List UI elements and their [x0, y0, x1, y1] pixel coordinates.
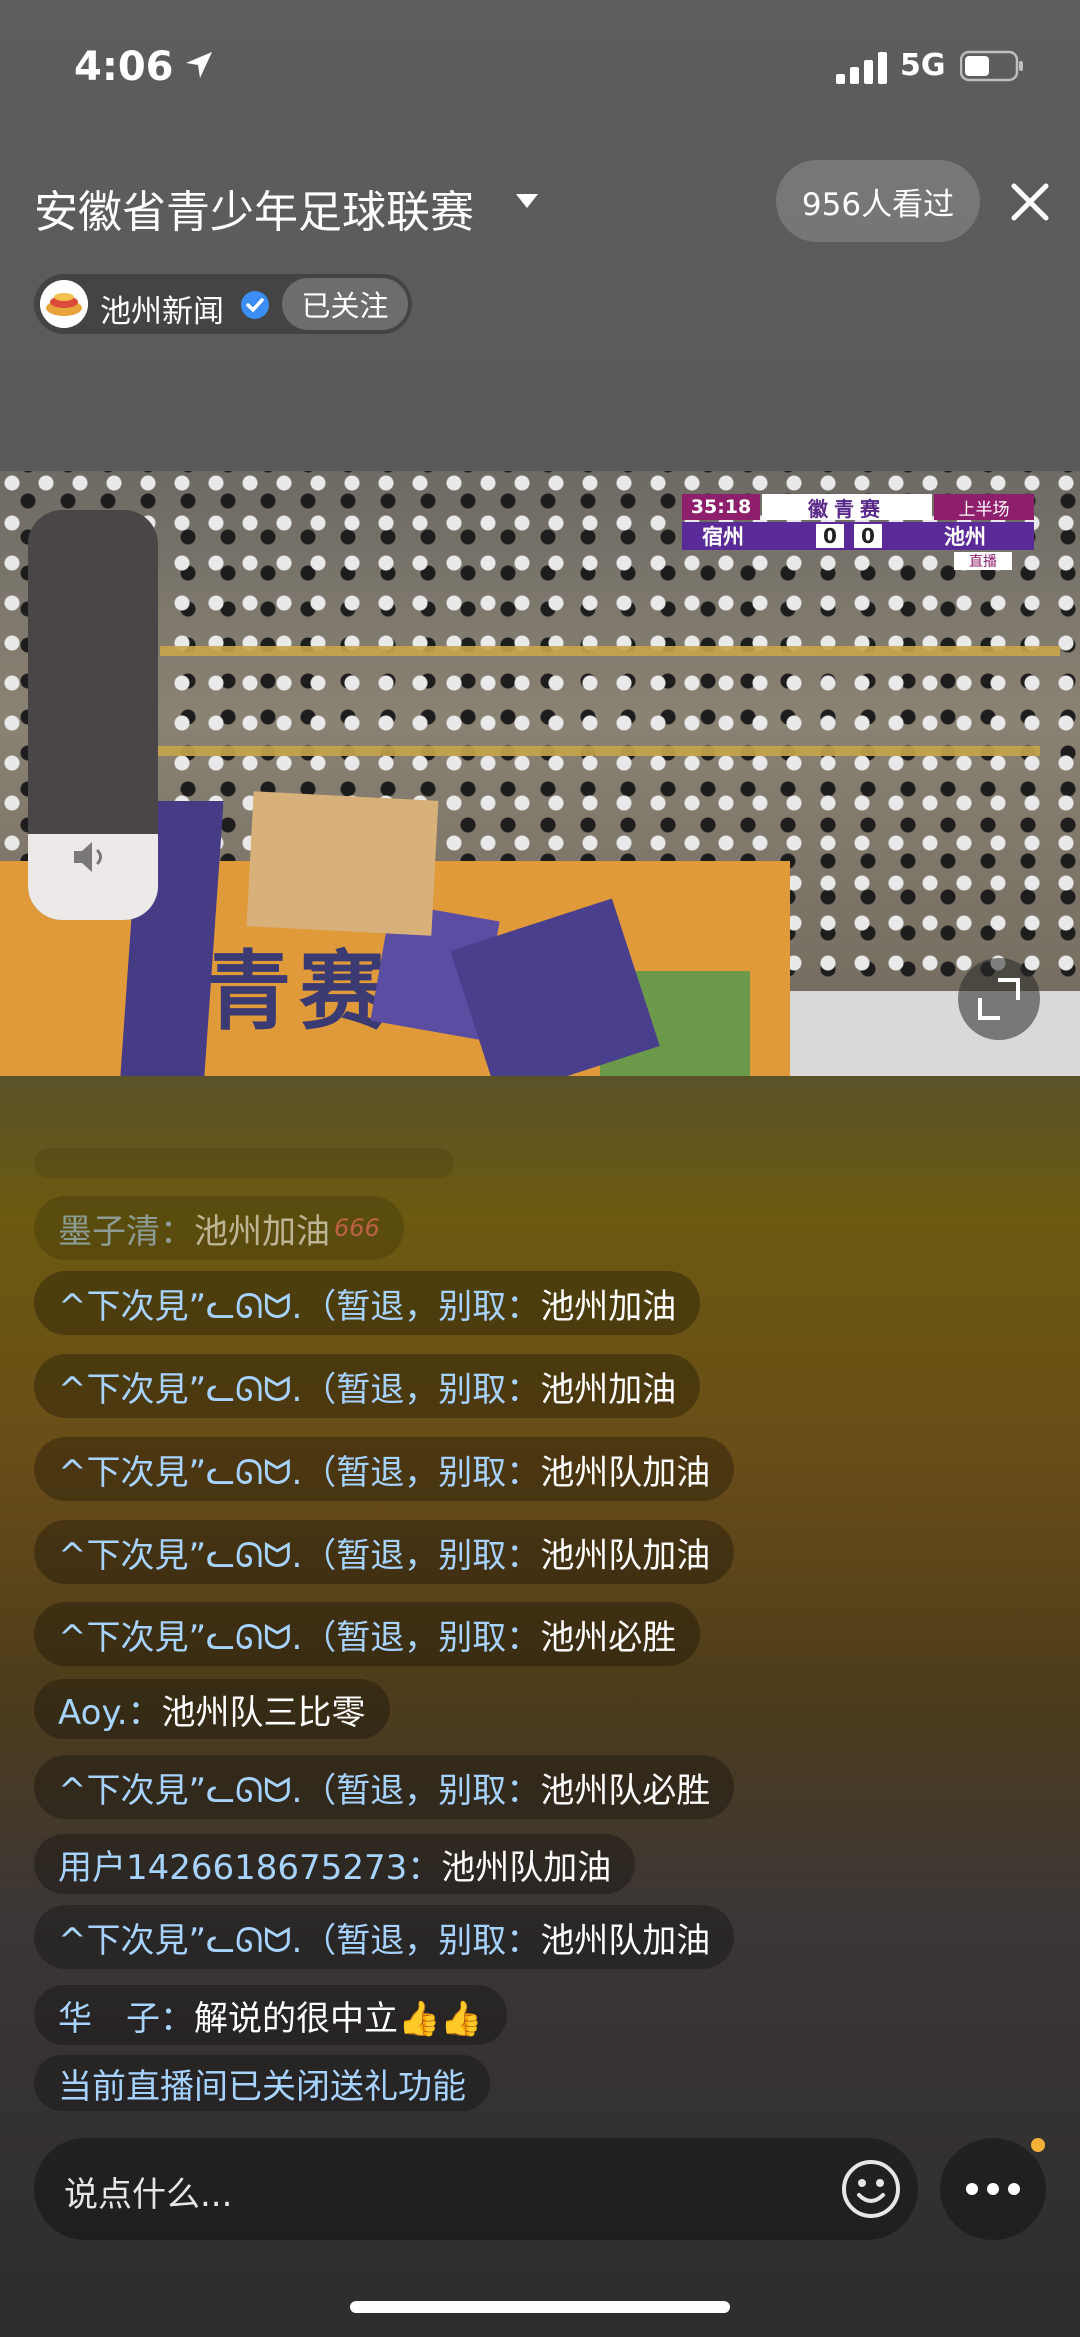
chat-username: ^下次見”ᓚᘏᗢ.（暂退，别取： — [58, 1920, 541, 1961]
chat-text: 池州加油 — [194, 1211, 330, 1252]
close-icon[interactable] — [1008, 180, 1052, 224]
chat-message[interactable]: ^下次見”ᓚᘏᗢ.（暂退，别取： 池州加油 — [34, 1271, 701, 1335]
away-score: 0 — [854, 524, 882, 548]
chat-message[interactable]: ^下次見”ᓚᘏᗢ.（暂退，别取： 池州加油 — [34, 1354, 701, 1418]
home-score: 0 — [816, 524, 844, 548]
home-team: 宿州 — [702, 525, 744, 549]
chat-username: Aoy.： — [58, 1692, 162, 1733]
verified-badge-icon — [241, 291, 269, 319]
chat-text: 池州队加油 — [540, 1452, 711, 1493]
chat-username: 用户1426618675273： — [58, 1847, 442, 1888]
chat-text: 池州加油 — [540, 1286, 677, 1327]
chat-message[interactable]: 用户1426618675273： 池州队加油 — [34, 1834, 636, 1894]
chat-username: 华 子： — [58, 1998, 194, 2039]
chat-text: 池州队必胜 — [540, 1770, 711, 1811]
network-type: 5G — [900, 48, 946, 83]
chat-text: 解说的很中立👍👍 — [194, 1998, 483, 2039]
chat-message[interactable]: ^下次見”ᓚᘏᗢ.（暂退，别取： 池州队必胜 — [34, 1755, 735, 1819]
chat-message[interactable]: Aoy.： 池州队三比零 — [34, 1679, 390, 1739]
chat-message[interactable]: ^下次見”ᓚᘏᗢ.（暂退，别取： 池州必胜 — [34, 1602, 701, 1666]
chat-username: ^下次見”ᓚᘏᗢ.（暂退，别取： — [58, 1286, 541, 1327]
chat-message[interactable]: ^下次見”ᓚᘏᗢ.（暂退，别取： 池州队加油 — [34, 1905, 735, 1969]
more-dots-icon — [966, 2183, 1020, 2195]
chat-text: 池州队加油 — [540, 1920, 711, 1961]
match-period: 上半场 — [934, 494, 1034, 520]
speaker-icon — [74, 842, 102, 872]
away-team: 池州 — [944, 525, 986, 549]
notification-dot — [1031, 2138, 1045, 2152]
chat-username: 墨子清： — [58, 1211, 194, 1252]
channel-logo-icon — [40, 280, 88, 328]
chat-badge: 666 — [334, 1214, 380, 1242]
channel-name[interactable]: 池州新闻 — [100, 286, 224, 331]
chat-text: 池州队加油 — [441, 1847, 612, 1888]
live-tag: 直播 — [954, 552, 1012, 570]
cellular-signal-icon — [836, 52, 887, 84]
chat-text: 池州加油 — [540, 1369, 677, 1410]
chat-message[interactable]: 华 子： 解说的很中立👍👍 — [34, 1985, 507, 2045]
battery-icon — [960, 50, 1023, 82]
chat-message[interactable]: 墨子清： 池州加油 666 — [34, 1196, 404, 1260]
comment-placeholder: 说点什么... — [64, 2175, 233, 2215]
chat-username: ^下次見”ᓚᘏᗢ.（暂退，别取： — [58, 1535, 541, 1576]
stream-title[interactable]: 安徽省青少年足球联赛 — [34, 176, 474, 240]
system-notice: 当前直播间已关闭送礼功能 — [34, 2055, 490, 2111]
fullscreen-icon — [978, 978, 1020, 1020]
status-time: 4:06 — [74, 44, 174, 90]
match-clock: 35:18 — [682, 494, 760, 520]
competition-name: 徽青赛 — [762, 494, 932, 521]
more-button[interactable] — [940, 2138, 1046, 2240]
emoji-icon[interactable] — [840, 2158, 902, 2220]
fullscreen-button[interactable] — [958, 958, 1040, 1040]
chat-text: 池州队加油 — [540, 1535, 711, 1576]
scoreboard: 35:18 徽青赛 上半场 宿州 0 0 池州 直播 — [682, 494, 1034, 570]
chat-text: 池州必胜 — [540, 1617, 677, 1658]
follow-button[interactable]: 已关注 — [282, 278, 408, 330]
chevron-down-icon[interactable] — [515, 192, 539, 210]
chat-username: ^下次見”ᓚᘏᗢ.（暂退，别取： — [58, 1770, 541, 1811]
chat-message-clipped — [34, 1148, 454, 1178]
chat-username: ^下次見”ᓚᘏᗢ.（暂退，别取： — [58, 1369, 541, 1410]
system-notice-text: 当前直播间已关闭送礼功能 — [58, 2066, 466, 2107]
chat-text: 池州队三比零 — [161, 1692, 366, 1733]
stand-railing — [120, 746, 1040, 756]
chat-message[interactable]: ^下次見”ᓚᘏᗢ.（暂退，别取： 池州队加油 — [34, 1437, 735, 1501]
chat-username: ^下次見”ᓚᘏᗢ.（暂退，别取： — [58, 1617, 541, 1658]
cardboard-sign — [246, 791, 439, 936]
home-indicator[interactable] — [350, 2301, 730, 2313]
chat-message[interactable]: ^下次見”ᓚᘏᗢ.（暂退，别取： 池州队加油 — [34, 1520, 735, 1584]
viewer-count-pill[interactable]: 956人看过 — [776, 160, 980, 242]
channel-avatar[interactable] — [40, 280, 88, 328]
stand-railing — [160, 646, 1060, 656]
location-arrow-icon — [186, 52, 212, 78]
chat-username: ^下次見”ᓚᘏᗢ.（暂退，别取： — [58, 1452, 541, 1493]
banner-text: 青赛 — [205, 942, 393, 1042]
